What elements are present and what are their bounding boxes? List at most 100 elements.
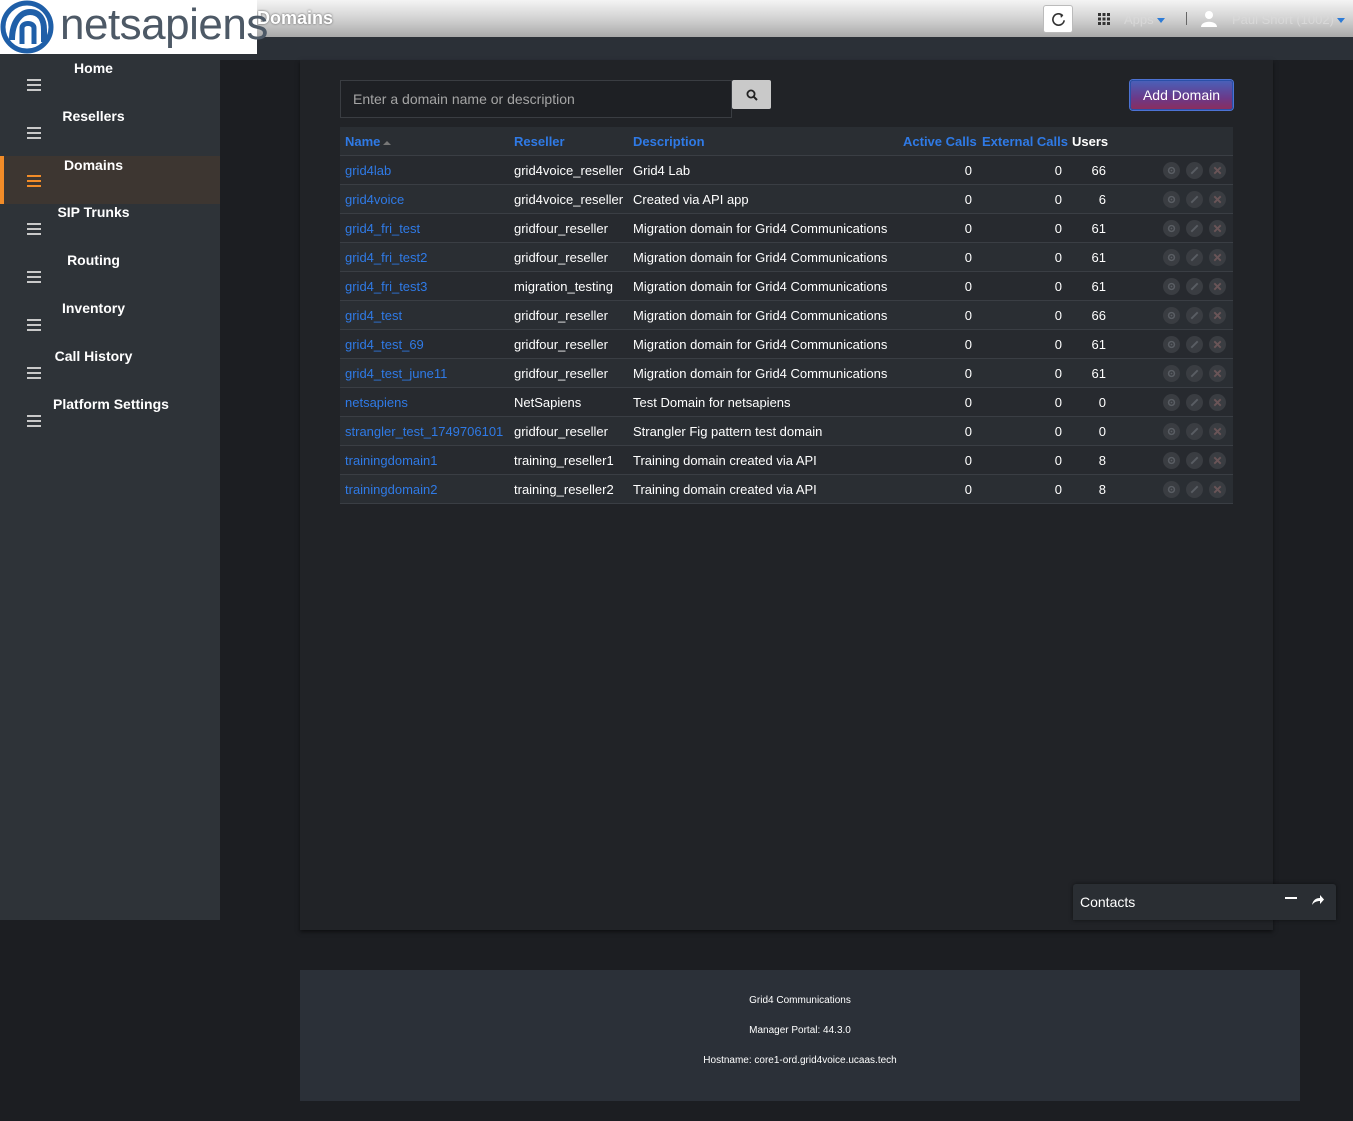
gear-icon[interactable] xyxy=(1163,394,1180,411)
refresh-icon xyxy=(1051,12,1065,26)
minimize-icon[interactable] xyxy=(1285,897,1297,899)
table-row[interactable]: trainingdomain2 training_reseller2 Trainin… xyxy=(340,475,1233,504)
edit-icon[interactable] xyxy=(1186,423,1203,440)
sidebar-item-resellers[interactable]: Resellers xyxy=(0,102,220,150)
sidebar-item-inventory[interactable]: Inventory xyxy=(0,294,220,342)
table-row[interactable]: grid4_fri_test gridfour_reseller Migration… xyxy=(340,214,1233,243)
gear-icon[interactable] xyxy=(1163,423,1180,440)
sidebar-item-home[interactable]: Home xyxy=(0,54,220,102)
edit-icon[interactable] xyxy=(1186,481,1203,498)
sidebar-item-platform-settings[interactable]: Platform Settings xyxy=(0,390,220,438)
user-label: Paul Short (1002) xyxy=(1232,12,1334,27)
table-row[interactable]: grid4lab grid4voice_reseller Grid4 Lab 0 0 66 xyxy=(340,156,1233,185)
domain-name-link[interactable]: netsapiens xyxy=(345,395,408,410)
delete-icon[interactable] xyxy=(1209,365,1226,382)
netsapiens-logo[interactable]: netsapiens xyxy=(0,0,268,54)
column-header-active-calls[interactable]: Active Calls xyxy=(903,134,977,149)
delete-icon[interactable] xyxy=(1209,452,1226,469)
domain-name-link[interactable]: trainingdomain1 xyxy=(345,453,438,468)
chevron-down-icon xyxy=(1336,18,1345,24)
sidebar-item-sip-trunks[interactable]: SIP Trunks xyxy=(0,198,220,246)
edit-icon[interactable] xyxy=(1186,191,1203,208)
table-row[interactable]: trainingdomain1 training_reseller1 Trainin… xyxy=(340,446,1233,475)
gear-icon[interactable] xyxy=(1163,162,1180,179)
gear-icon[interactable] xyxy=(1163,249,1180,266)
edit-icon[interactable] xyxy=(1186,162,1203,179)
column-header-reseller[interactable]: Reseller xyxy=(514,134,565,149)
edit-icon[interactable] xyxy=(1186,336,1203,353)
reseller-cell: gridfour_reseller xyxy=(514,308,608,323)
delete-icon[interactable] xyxy=(1209,162,1226,179)
edit-icon[interactable] xyxy=(1186,452,1203,469)
table-row[interactable]: strangler_test_1749706101 gridfour_resell… xyxy=(340,417,1233,446)
delete-icon[interactable] xyxy=(1209,336,1226,353)
contacts-panel[interactable]: Contacts xyxy=(1073,884,1336,920)
sidebar-item-domains[interactable]: Domains xyxy=(0,156,220,204)
domain-name-link[interactable]: grid4_test_june11 xyxy=(345,366,447,381)
domain-name-link[interactable]: grid4_test_69 xyxy=(345,337,424,352)
reseller-cell: gridfour_reseller xyxy=(514,250,608,265)
domain-name-link[interactable]: grid4voice xyxy=(345,192,404,207)
table-row[interactable]: grid4_test gridfour_reseller Migration dom… xyxy=(340,301,1233,330)
description-cell: Training domain created via API xyxy=(633,482,817,497)
domain-name-link[interactable]: grid4_fri_test xyxy=(345,221,420,236)
active-calls-cell: 0 xyxy=(964,308,972,323)
table-row[interactable]: netsapiens NetSapiens Test Domain for nets… xyxy=(340,388,1233,417)
reseller-cell: grid4voice_reseller xyxy=(514,192,624,207)
domain-name-link[interactable]: trainingdomain2 xyxy=(345,482,438,497)
table-row[interactable]: grid4_fri_test3 migration_testing Migratio… xyxy=(340,272,1233,301)
table-row[interactable]: grid4_test_69 gridfour_reseller Migration … xyxy=(340,330,1233,359)
edit-icon[interactable] xyxy=(1186,220,1203,237)
edit-icon[interactable] xyxy=(1186,365,1203,382)
popout-icon[interactable] xyxy=(1311,894,1325,906)
hamburger-icon xyxy=(27,223,41,238)
edit-icon[interactable] xyxy=(1186,394,1203,411)
delete-icon[interactable] xyxy=(1209,249,1226,266)
delete-icon[interactable] xyxy=(1209,220,1226,237)
users-cell: 61 xyxy=(1091,250,1106,265)
sidebar-item-routing[interactable]: Routing xyxy=(0,246,220,294)
user-icon[interactable] xyxy=(1201,10,1217,27)
domain-name-link[interactable]: grid4_fri_test2 xyxy=(345,250,427,265)
column-header-external-calls[interactable]: External Calls xyxy=(982,134,1068,149)
gear-icon[interactable] xyxy=(1163,191,1180,208)
table-row[interactable]: grid4voice grid4voice_reseller Created via… xyxy=(340,185,1233,214)
table-row[interactable]: grid4_fri_test2 gridfour_reseller Migratio… xyxy=(340,243,1233,272)
domain-name-link[interactable]: grid4lab xyxy=(345,163,391,178)
gear-icon[interactable] xyxy=(1163,336,1180,353)
table-row[interactable]: grid4_test_june11 gridfour_reseller Migrat… xyxy=(340,359,1233,388)
user-menu[interactable]: Paul Short (1002) xyxy=(1232,12,1345,27)
apps-grid-icon[interactable] xyxy=(1098,13,1110,25)
gear-icon[interactable] xyxy=(1163,452,1180,469)
domain-name-link[interactable]: strangler_test_1749706101 xyxy=(345,424,503,439)
delete-icon[interactable] xyxy=(1209,191,1226,208)
row-actions xyxy=(1163,307,1226,324)
column-header-name[interactable]: Name xyxy=(345,134,392,149)
external-calls-cell: 0 xyxy=(1054,337,1062,352)
apps-menu[interactable]: Apps xyxy=(1124,12,1165,27)
delete-icon[interactable] xyxy=(1209,481,1226,498)
gear-icon[interactable] xyxy=(1163,220,1180,237)
edit-icon[interactable] xyxy=(1186,307,1203,324)
delete-icon[interactable] xyxy=(1209,278,1226,295)
edit-icon[interactable] xyxy=(1186,249,1203,266)
delete-icon[interactable] xyxy=(1209,423,1226,440)
gear-icon[interactable] xyxy=(1163,365,1180,382)
active-calls-cell: 0 xyxy=(964,482,972,497)
column-header-description[interactable]: Description xyxy=(633,134,705,149)
delete-icon[interactable] xyxy=(1209,394,1226,411)
gear-icon[interactable] xyxy=(1163,307,1180,324)
search-input[interactable] xyxy=(340,80,732,118)
active-calls-cell: 0 xyxy=(964,250,972,265)
delete-icon[interactable] xyxy=(1209,307,1226,324)
gear-icon[interactable] xyxy=(1163,278,1180,295)
column-header-label: Name xyxy=(345,134,381,149)
domain-name-link[interactable]: grid4_test xyxy=(345,308,402,323)
gear-icon[interactable] xyxy=(1163,481,1180,498)
add-domain-button[interactable]: Add Domain xyxy=(1130,80,1233,110)
edit-icon[interactable] xyxy=(1186,278,1203,295)
domain-name-link[interactable]: grid4_fri_test3 xyxy=(345,279,427,294)
search-button[interactable] xyxy=(732,80,771,109)
refresh-button[interactable] xyxy=(1043,5,1073,33)
sidebar-item-call-history[interactable]: Call History xyxy=(0,342,220,390)
